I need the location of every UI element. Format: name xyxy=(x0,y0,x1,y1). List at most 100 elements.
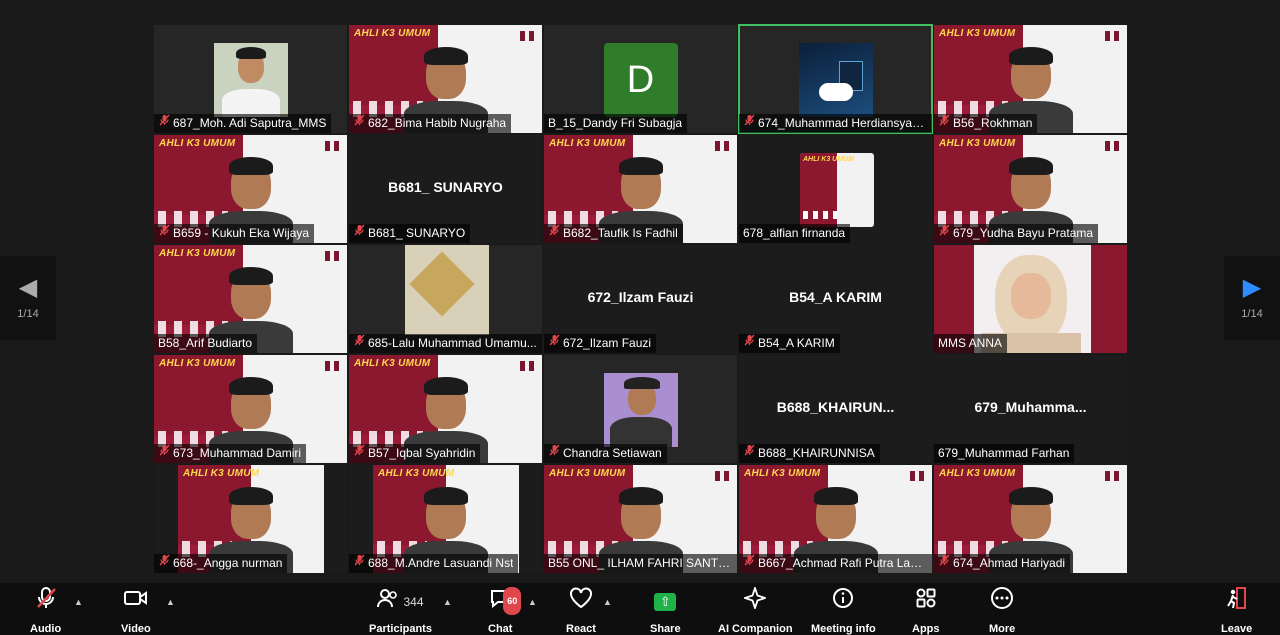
meeting-toolbar: Audio ▲ Video ▲ 344 Participants ▲ 60 Ch… xyxy=(0,583,1280,635)
mic-muted-icon xyxy=(353,444,365,463)
chevron-right-icon: ▶ xyxy=(1242,274,1262,301)
participant-tile[interactable]: AHLI K3 UMUM B682_Taufik Is Fadhil xyxy=(543,134,738,244)
video-options-caret[interactable]: ▲ xyxy=(166,597,175,607)
react-options-caret[interactable]: ▲ xyxy=(603,597,612,607)
participant-name: 679_Muhammad Farhan xyxy=(938,446,1070,460)
mic-muted-icon xyxy=(353,224,365,243)
participant-name-label: 678_alfian firnanda xyxy=(739,224,851,243)
participant-tile[interactable]: AHLI K3 UMUM 673_Muhammad Damiri xyxy=(153,354,348,464)
participants-icon xyxy=(377,588,399,616)
participant-tile[interactable]: AHLI K3 UMUM B58_Arif Budiarto xyxy=(153,244,348,354)
participant-tile[interactable]: 679_Muhamma... 679_Muhammad Farhan xyxy=(933,354,1128,464)
participant-name: 674_Muhammad Herdiansyah... xyxy=(758,116,927,130)
mic-muted-icon xyxy=(353,334,365,353)
profile-picture xyxy=(603,373,678,447)
participant-tile[interactable]: AHLI K3 UMUM B659 - Kukuh Eka Wijaya xyxy=(153,134,348,244)
participant-tile[interactable]: AHLI K3 UMUM 688_M.Andre Lasuandi Nst xyxy=(348,464,543,574)
brand-logo-icon xyxy=(715,141,729,151)
mic-muted-icon xyxy=(158,224,170,243)
share-label: Share xyxy=(650,623,681,635)
participants-options-caret[interactable]: ▲ xyxy=(443,597,452,607)
participant-name: MMS ANNA xyxy=(938,336,1003,350)
heart-icon xyxy=(569,587,593,617)
participant-tile[interactable]: AHLI K3 UMUM B57_Iqbal Syahridin xyxy=(348,354,543,464)
participant-name-label: 679_Yudha Bayu Pratama xyxy=(934,224,1099,243)
chat-label: Chat xyxy=(488,623,513,635)
participant-name-label: B55 ONL_ ILHAM FAHRI SANTIAR... xyxy=(544,554,737,573)
participant-tile[interactable]: B54_A KARIM B54_A KARIM xyxy=(738,244,933,354)
chat-unread-badge: 60 xyxy=(503,587,522,615)
sparkle-icon xyxy=(742,585,769,617)
participant-tile[interactable]: 685-Lalu Muhammad Umamu... xyxy=(348,244,543,354)
profile-picture: AHLI K3 UMUM xyxy=(800,153,874,227)
participant-tile[interactable]: Chandra Setiawan xyxy=(543,354,738,464)
mic-muted-icon xyxy=(35,586,57,618)
participant-name-label: B681_ SUNARYO xyxy=(349,224,471,243)
audio-button[interactable]: Audio xyxy=(30,586,62,635)
brand-banner-text: AHLI K3 UMUM xyxy=(159,138,236,149)
next-page-button[interactable]: ▶ 1/14 xyxy=(1224,256,1280,340)
participant-tile[interactable]: B688_KHAIRUN... B688_KHAIRUNNISA xyxy=(738,354,933,464)
participant-tile[interactable]: B681_ SUNARYO B681_ SUNARYO xyxy=(348,134,543,244)
brand-banner-text: AHLI K3 UMUM xyxy=(354,28,431,39)
participant-name: 687_Moh. Adi Saputra_MMS xyxy=(173,116,327,130)
leave-button[interactable]: Leave xyxy=(1221,587,1253,635)
audio-label: Audio xyxy=(30,623,62,635)
meeting-info-button[interactable]: Meeting info xyxy=(811,588,876,635)
brand-logo-icon xyxy=(520,361,534,371)
participant-tile[interactable]: AHLI K3 UMUM 668-_Angga nurman xyxy=(153,464,348,574)
participant-tile[interactable]: AHLI K3 UMUM B55 ONL_ ILHAM FAHRI SANTIAR… xyxy=(543,464,738,574)
video-button[interactable]: Video xyxy=(121,589,151,635)
participant-name: 679_Yudha Bayu Pratama xyxy=(953,226,1094,240)
react-button[interactable]: React xyxy=(566,587,596,635)
ai-companion-button[interactable]: AI Companion xyxy=(718,585,793,635)
mic-muted-icon xyxy=(743,554,755,573)
participant-tile[interactable]: 674_Muhammad Herdiansyah... xyxy=(738,24,933,134)
participant-name: B667_Achmad Rafi Putra Lasa... xyxy=(758,556,927,570)
leave-label: Leave xyxy=(1221,623,1253,635)
participant-tile[interactable]: AHLI K3 UMUM B56_Rokhman xyxy=(933,24,1128,134)
participant-tile[interactable]: AHLI K3 UMUM 678_alfian firnanda xyxy=(738,134,933,244)
brand-logo-icon xyxy=(325,361,339,371)
participants-label: Participants xyxy=(369,623,432,635)
brand-logo-icon xyxy=(715,471,729,481)
participants-button[interactable]: 344 Participants xyxy=(369,589,432,635)
participant-name-label: B688_KHAIRUNNISA xyxy=(739,444,880,463)
react-label: React xyxy=(566,623,596,635)
participant-name: 685-Lalu Muhammad Umamu... xyxy=(368,336,537,350)
chat-options-caret[interactable]: ▲ xyxy=(528,597,537,607)
video-label: Video xyxy=(121,623,151,635)
mic-muted-icon xyxy=(938,554,950,573)
participant-name-label: 682_Bima Habib Nugraha xyxy=(349,114,512,133)
avatar: D xyxy=(603,43,678,117)
participant-tile[interactable]: D B_15_Dandy Fri Subagja xyxy=(543,24,738,134)
brand-banner-text: AHLI K3 UMUM xyxy=(183,468,260,479)
brand-banner-text: AHLI K3 UMUM xyxy=(378,468,455,479)
prev-page-button[interactable]: ◀ 1/14 xyxy=(0,256,56,340)
chat-button[interactable]: 60 Chat xyxy=(488,587,522,635)
participant-tile[interactable]: AHLI K3 UMUM B667_Achmad Rafi Putra Lasa.… xyxy=(738,464,933,574)
brand-logo-icon xyxy=(1105,141,1119,151)
participant-tile[interactable]: AHLI K3 UMUM 682_Bima Habib Nugraha xyxy=(348,24,543,134)
participant-tile[interactable]: 672_Ilzam Fauzi 672_Ilzam Fauzi xyxy=(543,244,738,354)
participant-tile[interactable]: AHLI K3 UMUM 674_Ahmad Hariyadi xyxy=(933,464,1128,574)
participant-name-label: 688_M.Andre Lasuandi Nst xyxy=(349,554,519,573)
mic-muted-icon xyxy=(548,224,560,243)
brand-banner-text: AHLI K3 UMUM xyxy=(939,138,1016,149)
more-button[interactable]: More xyxy=(989,587,1015,635)
participant-tile[interactable]: MMS ANNA xyxy=(933,244,1128,354)
participant-grid: 687_Moh. Adi Saputra_MMS AHLI K3 UMUM 682_… xyxy=(153,24,1128,574)
audio-options-caret[interactable]: ▲ xyxy=(74,597,83,607)
participant-name: 682_Bima Habib Nugraha xyxy=(368,116,507,130)
participant-tile[interactable]: 687_Moh. Adi Saputra_MMS xyxy=(153,24,348,134)
participant-name-label: B57_Iqbal Syahridin xyxy=(349,444,481,463)
brand-backdrop xyxy=(1091,245,1127,353)
participant-tile[interactable]: AHLI K3 UMUM 679_Yudha Bayu Pratama xyxy=(933,134,1128,244)
share-screen-icon: ⇧ xyxy=(654,593,677,611)
brand-logo-icon xyxy=(1105,31,1119,41)
apps-button[interactable]: Apps xyxy=(912,588,940,635)
mic-muted-icon xyxy=(158,554,170,573)
participant-display-name: 679_Muhamma... xyxy=(974,399,1087,415)
share-button[interactable]: ⇧ Share xyxy=(650,589,681,635)
participant-name-label: B667_Achmad Rafi Putra Lasa... xyxy=(739,554,932,573)
